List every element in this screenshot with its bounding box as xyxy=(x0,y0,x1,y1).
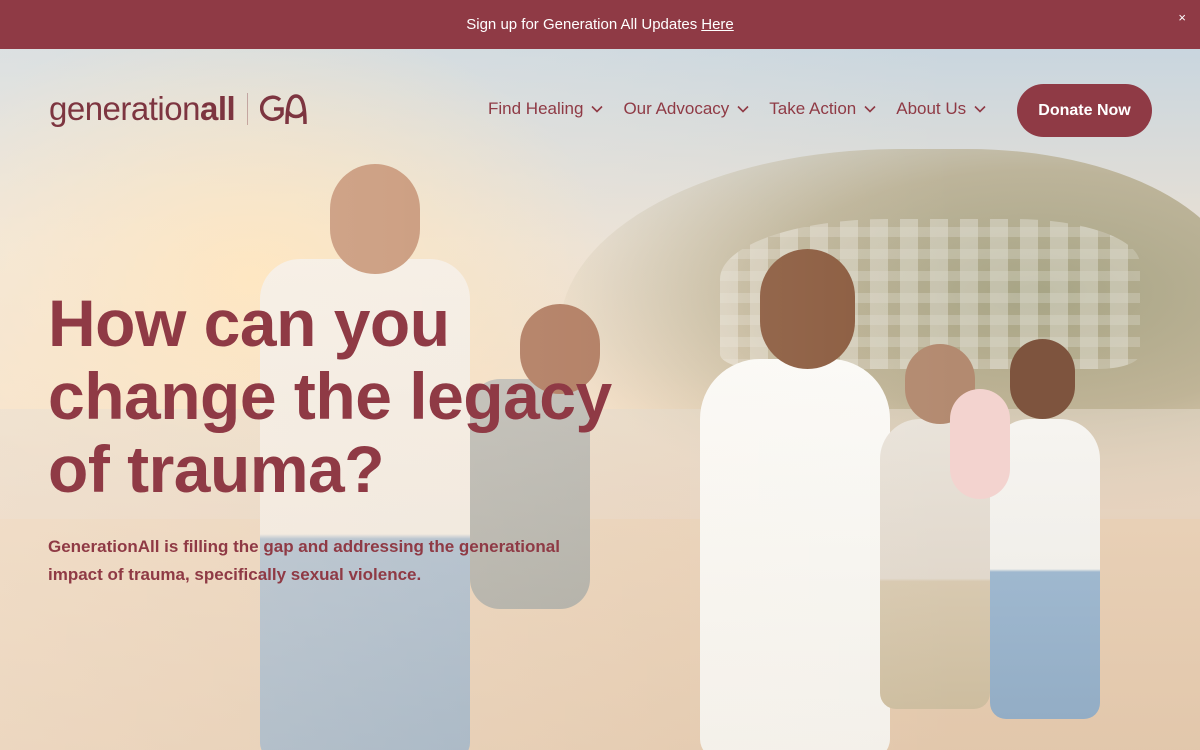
chevron-down-icon xyxy=(591,105,604,113)
nav-take-action[interactable]: Take Action xyxy=(769,99,876,119)
logo-text-bold: all xyxy=(199,90,236,127)
announcement-bar: Sign up for Generation All Updates Here … xyxy=(0,0,1200,49)
logo[interactable]: generationall xyxy=(49,89,308,129)
main-nav: Find Healing Our Advocacy Take Action Ab… xyxy=(488,98,1006,120)
hero-subtext: GenerationAll is filling the gap and add… xyxy=(48,537,560,584)
nav-label: Take Action xyxy=(769,99,857,118)
donate-button[interactable]: Donate Now xyxy=(1017,84,1152,137)
chevron-down-icon xyxy=(864,105,876,113)
nav-label: Find Healing xyxy=(488,99,584,118)
nav-label: Our Advocacy xyxy=(623,99,730,118)
chevron-down-icon xyxy=(974,105,986,113)
chevron-down-icon xyxy=(737,105,749,113)
nav-label: About Us xyxy=(896,99,967,118)
site-header: generationall Find Healing Our Advocacy … xyxy=(0,49,1200,169)
logo-mark-icon xyxy=(260,94,307,125)
logo-wordmark: generationall xyxy=(49,90,236,128)
nav-about-us[interactable]: About Us xyxy=(896,99,986,119)
nav-find-healing[interactable]: Find Healing xyxy=(488,99,604,119)
logo-text-regular: generation xyxy=(49,90,200,127)
hero-headline: How can you change the legacy of trauma? xyxy=(48,286,612,506)
close-icon[interactable]: × xyxy=(1178,10,1186,25)
logo-divider xyxy=(247,93,249,125)
announcement-text: Sign up for Generation All Updates xyxy=(466,16,698,33)
nav-our-advocacy[interactable]: Our Advocacy xyxy=(623,99,749,119)
announcement-link[interactable]: Here xyxy=(701,16,734,33)
